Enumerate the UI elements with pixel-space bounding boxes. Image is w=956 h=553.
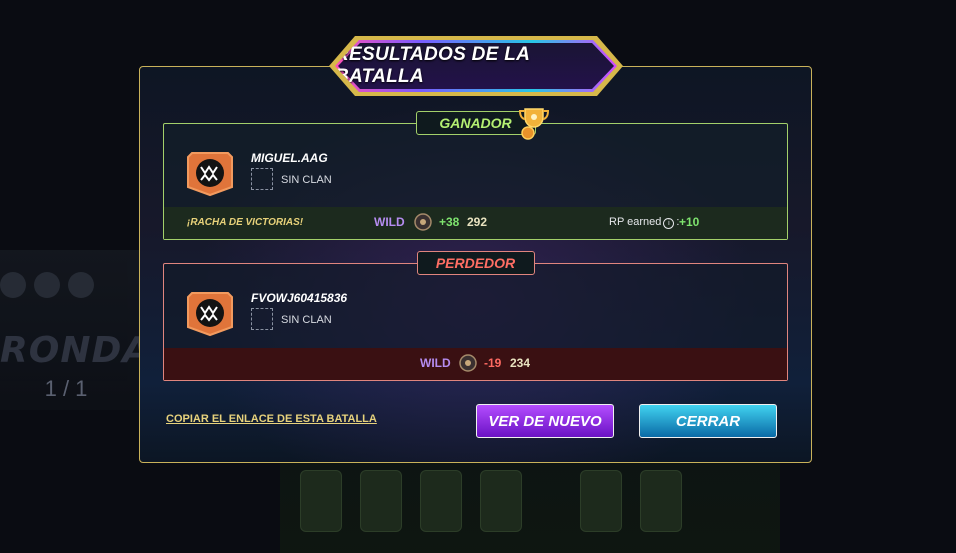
loser-clan: SIN CLAN — [281, 314, 332, 326]
replay-button[interactable]: VER DE NUEVO — [476, 404, 614, 438]
modal-title: RESULTADOS DE LA BATALLA — [335, 44, 530, 87]
background-card — [300, 470, 342, 532]
background-icons — [0, 272, 94, 298]
background-card — [420, 470, 462, 532]
loser-rating-delta: -19 — [484, 356, 502, 370]
loser-league: WILD — [420, 356, 451, 370]
winner-league: WILD — [374, 215, 405, 229]
loser-name: FVOWJ60415836 — [251, 291, 348, 305]
background-card — [360, 470, 402, 532]
background-cards-area — [280, 463, 780, 553]
rp-earned-label: RP earned i: — [609, 216, 680, 229]
clan-badge-icon — [251, 168, 273, 190]
league-icon — [459, 354, 477, 372]
win-streak-label: ¡RACHA DE VICTORIAS! — [187, 217, 304, 228]
clan-badge-icon — [251, 308, 273, 330]
info-icon[interactable]: i — [663, 218, 675, 229]
winner-stats-bar: ¡RACHA DE VICTORIAS! WILD +38 292 RP ear… — [164, 207, 787, 239]
background-card — [480, 470, 522, 532]
background-card — [580, 470, 622, 532]
league-icon — [414, 213, 432, 231]
copy-battle-link[interactable]: COPIAR EL ENLACE DE ESTA BATALLA — [166, 413, 377, 425]
card-icon — [0, 272, 26, 298]
player-avatar-icon — [187, 152, 233, 197]
card-icon — [68, 272, 94, 298]
loser-tag: PERDEDOR — [416, 251, 535, 275]
close-button[interactable]: CERRAR — [639, 404, 777, 438]
trophy-icon — [518, 108, 550, 140]
player-avatar-icon — [187, 292, 233, 337]
title-banner: RESULTADOS DE LA BATALLA — [335, 40, 617, 92]
background-card — [640, 470, 682, 532]
winner-rating-delta: +38 — [439, 215, 460, 229]
winner-panel: GANADOR MIGUEL.AAG SIN CLAN ¡RACHA DE VI… — [163, 111, 788, 240]
loser-rating: 234 — [510, 356, 531, 370]
loser-panel: PERDEDOR FVOWJ60415836 SIN CLAN WILD -19… — [163, 251, 788, 381]
winner-rating: 292 — [467, 215, 488, 229]
round-label: RONDA — [0, 330, 152, 371]
round-count: 1 / 1 — [44, 376, 88, 401]
winner-name: MIGUEL.AAG — [251, 151, 328, 165]
loser-stats-bar: WILD -19 234 — [164, 348, 787, 380]
card-icon — [34, 272, 60, 298]
rp-earned-value: +10 — [679, 215, 700, 229]
winner-clan: SIN CLAN — [281, 174, 332, 186]
